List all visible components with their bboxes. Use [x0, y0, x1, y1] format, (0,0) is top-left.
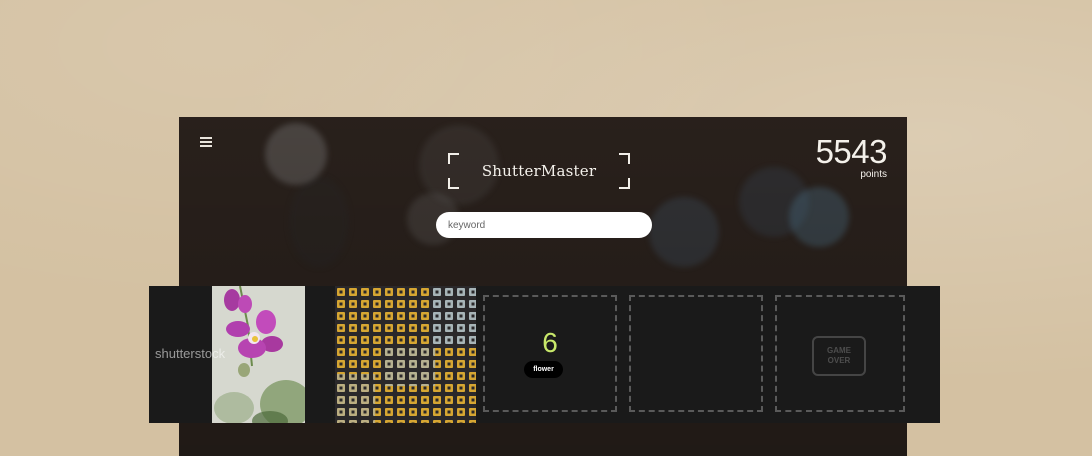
pattern-photo-image [335, 286, 476, 423]
stock-watermark: shutterstock [155, 346, 226, 361]
keyword-input[interactable] [436, 212, 652, 238]
keyword-tag: flower [524, 361, 563, 378]
target-slot: 6 flower [483, 295, 617, 412]
photo-pattern [335, 286, 476, 423]
score-label: points [860, 169, 887, 180]
remaining-counter: 6 [542, 327, 558, 358]
score-value: 5543 [815, 133, 888, 170]
app-logo: ShutterMaster [448, 153, 630, 189]
photo-orchid [212, 286, 305, 423]
photo-strip: shutterstock 6 flower GAME OVER [149, 286, 940, 423]
game-over-button[interactable]: GAME OVER [812, 336, 866, 376]
app-title: ShutterMaster [481, 162, 597, 180]
game-over-line-1: GAME [827, 346, 851, 355]
score-display: 5543 points [815, 133, 888, 181]
game-over-slot: GAME OVER [775, 295, 905, 412]
hamburger-menu-icon[interactable] [200, 137, 212, 147]
orchid-photo-image [212, 286, 305, 423]
empty-slot [629, 295, 763, 412]
game-over-line-2: OVER [827, 356, 851, 365]
